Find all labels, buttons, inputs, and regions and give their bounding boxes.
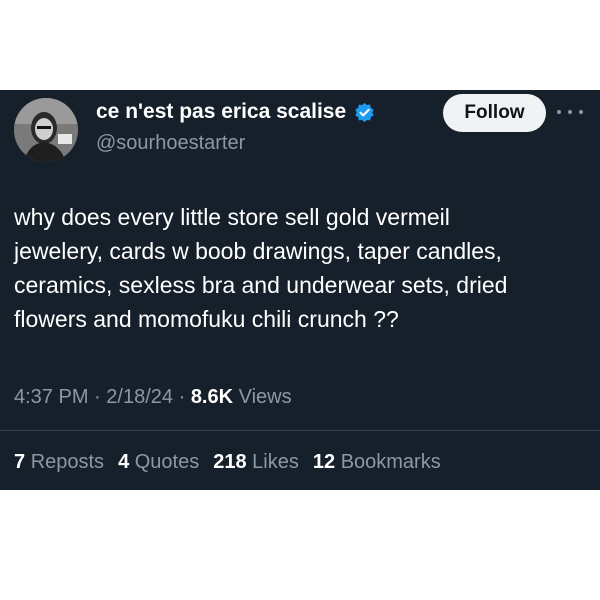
stat-label: Bookmarks: [340, 451, 441, 473]
tweet-date[interactable]: 2/18/24: [106, 386, 173, 408]
stat-count: 12: [312, 451, 336, 473]
views-label: Views: [238, 386, 292, 408]
tweet-text-line: jewelery, cards w boob drawings, taper c…: [14, 238, 502, 264]
views-count: 8.6K: [190, 386, 234, 408]
tweet-text-line: ceramics, sexless bra and underwear sets…: [14, 272, 508, 298]
engagement-stats: 7 Reposts 4 Quotes 218 Likes 12 Bookmark…: [14, 451, 441, 474]
meta-separator: ·: [94, 386, 101, 408]
tweet-metadata: 4:37 PM · 2/18/24 · 8.6K Views: [14, 386, 292, 409]
avatar[interactable]: [14, 98, 78, 162]
tweet-text-line: flowers and momofuku chili crunch ??: [14, 306, 399, 332]
tweet-text-line: why does every little store sell gold ve…: [14, 204, 450, 230]
stat-label: Reposts: [30, 451, 105, 473]
tweet-text: why does every little store sell gold ve…: [14, 200, 594, 336]
stat-label: Quotes: [134, 451, 200, 473]
stat-bookmarks[interactable]: 12 Bookmarks: [313, 451, 441, 474]
tweet-card: ce n'est pas erica scalise @sourhoestart…: [0, 90, 600, 490]
meta-separator: ·: [178, 386, 186, 408]
stat-count: 4: [118, 451, 130, 473]
author-name-row: ce n'est pas erica scalise: [96, 100, 375, 124]
stat-label: Likes: [252, 451, 299, 473]
more-horizontal-icon[interactable]: [557, 102, 583, 122]
follow-button[interactable]: Follow: [443, 94, 546, 132]
stat-count: 218: [213, 451, 247, 473]
stat-likes[interactable]: 218 Likes: [213, 451, 299, 474]
verified-badge-icon: [354, 102, 375, 123]
stat-reposts[interactable]: 7 Reposts: [14, 451, 104, 474]
stat-count: 7: [14, 451, 26, 473]
display-name[interactable]: ce n'est pas erica scalise: [96, 100, 346, 124]
author-handle[interactable]: @sourhoestarter: [96, 132, 245, 155]
tweet-time[interactable]: 4:37 PM: [14, 386, 88, 408]
profile-photo-icon: [14, 98, 78, 162]
stat-quotes[interactable]: 4 Quotes: [118, 451, 199, 474]
divider: [0, 430, 600, 431]
